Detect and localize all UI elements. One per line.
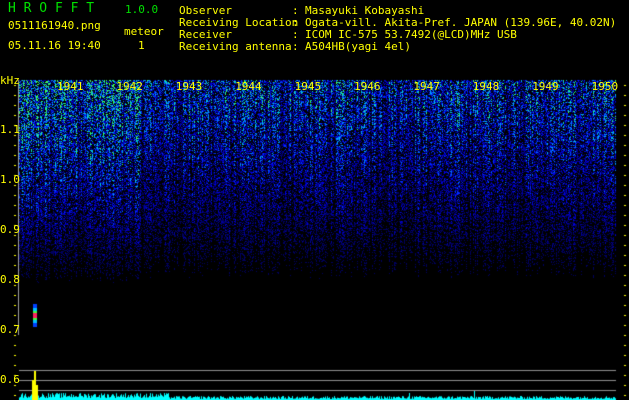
time-label: 1950 — [591, 80, 619, 93]
y-tick-label: 0.8 — [0, 273, 20, 286]
time-label: 1943 — [175, 80, 203, 93]
time-label: 1948 — [472, 80, 500, 93]
time-label: 1941 — [57, 80, 84, 93]
app-title: H R O F F T — [8, 1, 95, 16]
meteor-count: 1 — [138, 39, 145, 52]
time-label: 1949 — [532, 80, 559, 93]
spectrogram — [0, 0, 629, 400]
time-label: 1945 — [294, 80, 322, 93]
datetime: 05.11.16 19:40 — [8, 39, 101, 52]
meteor-label: meteor — [124, 25, 164, 38]
y-tick-label: 0.7 — [0, 323, 20, 336]
time-label: 1944 — [235, 80, 262, 93]
antenna-label: Receiving antenna — [179, 40, 292, 53]
time-label: 1947 — [413, 80, 440, 93]
y-tick-label: 0.6 — [0, 373, 20, 386]
y-tick-label: 1.1 — [0, 123, 20, 136]
y-unit-label: kHz — [0, 74, 20, 87]
time-label: 1946 — [354, 80, 381, 93]
hrofft-window: H R O F F T 1.0.0 0511161940.png meteor … — [0, 0, 629, 400]
sep: : — [292, 40, 299, 53]
time-label: 1942 — [116, 80, 143, 93]
filename: 0511161940.png — [8, 19, 101, 32]
app-version: 1.0.0 — [125, 3, 159, 16]
y-tick-label: 0.9 — [0, 223, 20, 236]
antenna-value: A504HB(yagi 4el) — [305, 40, 411, 53]
y-tick-label: 1.0 — [0, 173, 20, 186]
